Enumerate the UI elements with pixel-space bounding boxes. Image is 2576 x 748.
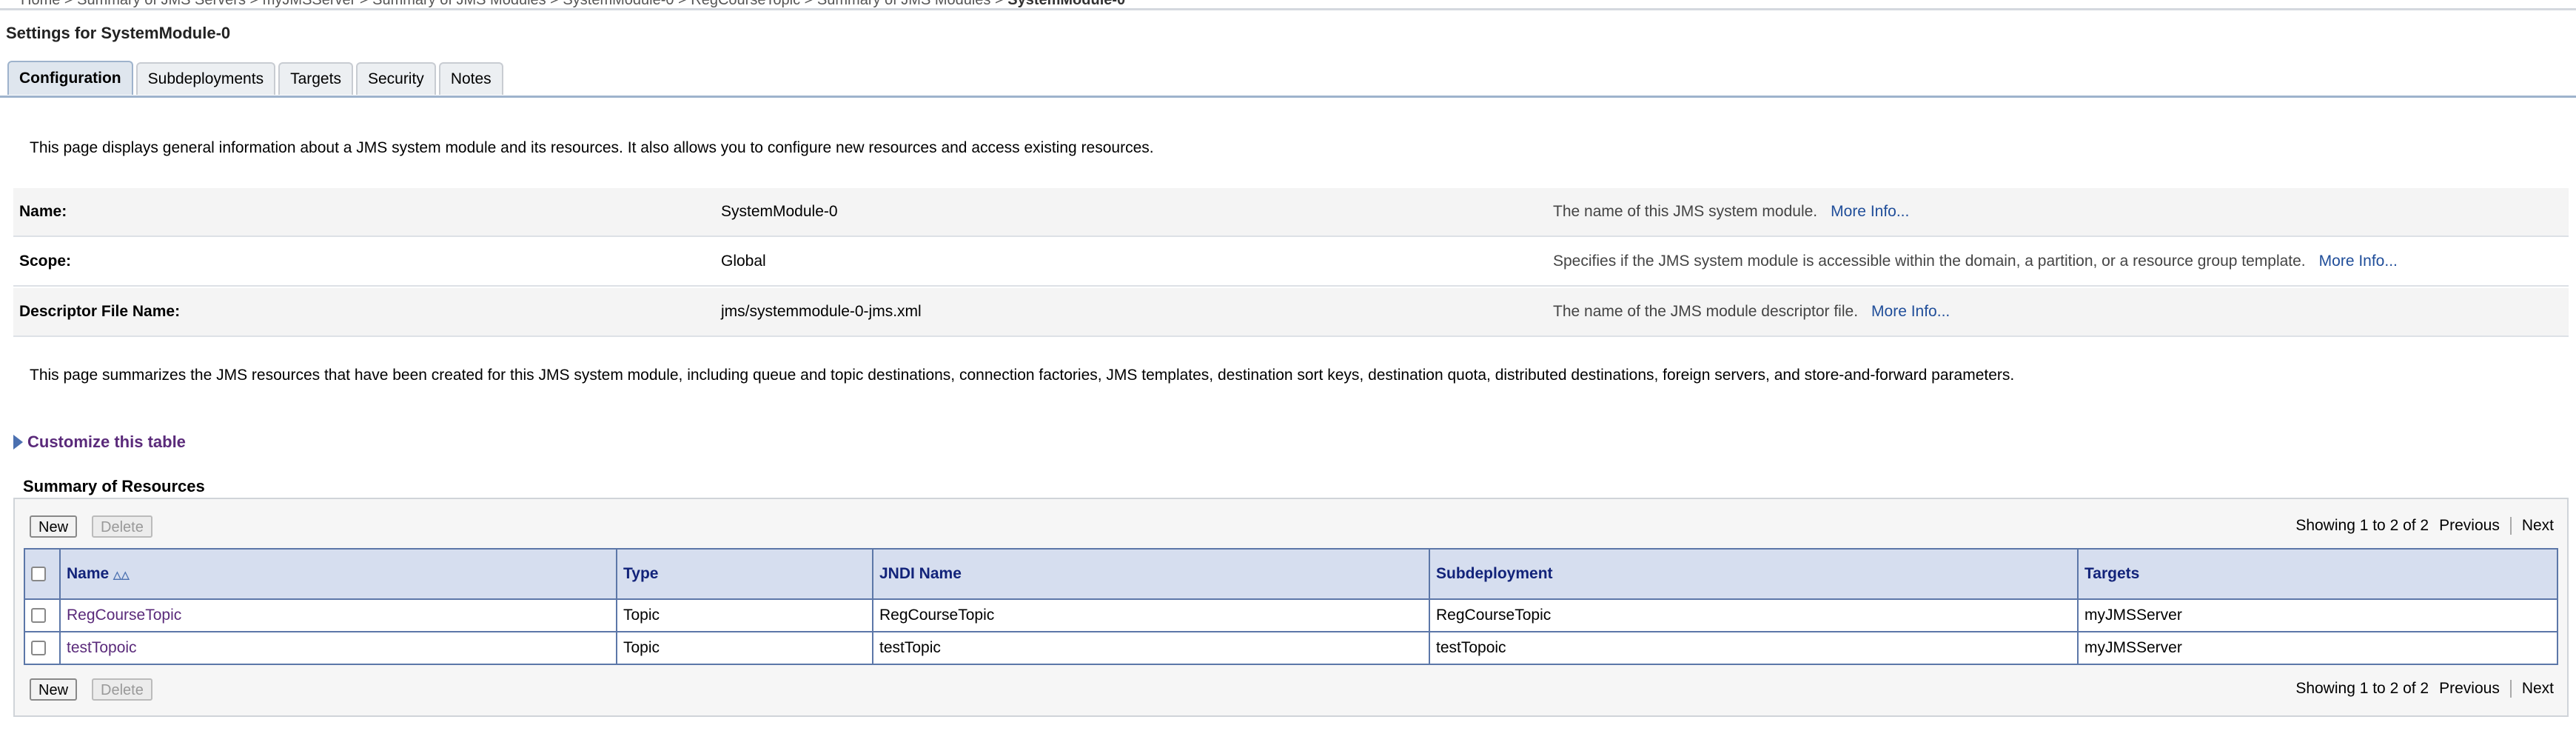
row-select-cell [24,631,61,665]
type-cell: Topic [616,598,873,632]
property-name-row: Name: SystemModule-0 The name of this JM… [13,188,2569,237]
pager-previous[interactable]: Previous [2439,680,2500,698]
page-title: Settings for SystemModule-0 [6,24,231,42]
jndi-name-cell: testTopic [872,631,1430,665]
more-info-link[interactable]: More Info... [2319,253,2398,270]
pager-next[interactable]: Next [2522,680,2554,698]
property-value: Global [721,253,766,270]
tab-security[interactable]: Security [355,62,436,95]
description-text: Specifies if the JMS system module is ac… [1553,253,2306,270]
delete-button-bottom[interactable]: Delete [92,678,152,701]
row-select-cell [24,598,61,632]
type-cell: Topic [616,631,873,665]
table-title: Summary of Resources [23,477,205,495]
property-value: jms/systemmodule-0-jms.xml [721,303,922,320]
name-cell: RegCourseTopic [59,598,617,632]
more-info-link[interactable]: More Info... [1871,303,1950,320]
delete-button-top[interactable]: Delete [92,515,152,538]
name-cell: testTopoic [59,631,617,665]
resources-panel: New Delete Showing 1 to 2 of 2 Previous … [13,498,2569,717]
customize-table-link[interactable]: Customize this table [13,433,186,452]
property-scope-row: Scope: Global Specifies if the JMS syste… [13,238,2569,287]
pager-separator [2509,680,2512,698]
tab-configuration[interactable]: Configuration [7,61,133,95]
property-label: Name: [19,203,67,220]
property-label: Scope: [19,253,72,270]
breadcrumb[interactable]: Home > Summary of JMS Servers > myJMSSer… [0,0,2576,10]
header-label[interactable]: Name [67,565,109,582]
description-text: The name of this JMS system module. [1553,203,1818,220]
pager-top: Showing 1 to 2 of 2 Previous Next [2295,517,2554,535]
pager-previous[interactable]: Previous [2439,517,2500,535]
property-description: The name of this JMS system module. More … [1553,203,1909,221]
tab-notes[interactable]: Notes [438,62,503,95]
row-checkbox[interactable] [31,608,46,624]
targets-cell: myJMSServer [2077,598,2558,632]
new-button-top[interactable]: New [30,515,78,538]
subdeployment-cell: RegCourseTopic [1429,598,2079,632]
pager-separator [2509,517,2512,535]
tab-underline [0,96,2576,98]
tab-subdeployments[interactable]: Subdeployments [135,62,276,95]
table-row: testTopoic Topic testTopic testTopoic my… [24,631,2558,665]
table-header-row: Name △△ Type JNDI Name Subdeployment Tar… [24,548,2558,600]
pager-next[interactable]: Next [2522,517,2554,535]
select-all-cell [24,548,61,600]
row-checkbox[interactable] [31,641,46,656]
property-description: The name of the JMS module descriptor fi… [1553,303,1950,321]
pager-showing: Showing 1 to 2 of 2 [2295,517,2429,534]
subdeployment-cell: testTopoic [1429,631,2079,665]
jndi-name-cell: RegCourseTopic [872,598,1430,632]
expand-triangle-icon[interactable] [13,435,23,450]
select-all-checkbox[interactable] [31,567,46,582]
column-header-targets[interactable]: Targets [2077,548,2558,600]
description-text: The name of the JMS module descriptor fi… [1553,303,1859,320]
column-header-name[interactable]: Name △△ [59,548,617,600]
new-button-bottom[interactable]: New [30,678,78,701]
property-value: SystemModule-0 [721,203,838,220]
breadcrumb-path[interactable]: Home > Summary of JMS Servers > myJMSSer… [21,0,1007,8]
summary-description: This page summarizes the JMS resources t… [30,367,2015,384]
resources-table: Name △△ Type JNDI Name Subdeployment Tar… [24,548,2558,665]
sort-ascending-icon[interactable]: △△ [113,569,130,581]
column-header-subdeployment[interactable]: Subdeployment [1429,548,2079,600]
property-description: Specifies if the JMS system module is ac… [1553,253,2398,270]
resource-name-link[interactable]: RegCourseTopic [67,607,181,624]
more-info-link[interactable]: More Info... [1831,203,1909,220]
resource-name-link[interactable]: testTopoic [67,639,137,656]
breadcrumb-current: SystemModule-0 [1007,0,1126,8]
property-label: Descriptor File Name: [19,303,181,320]
intro-text: This page displays general information a… [30,139,1154,156]
pager-showing: Showing 1 to 2 of 2 [2295,680,2429,697]
property-descriptor-row: Descriptor File Name: jms/systemmodule-0… [13,288,2569,337]
targets-cell: myJMSServer [2077,631,2558,665]
customize-label[interactable]: Customize this table [27,433,186,452]
column-header-type[interactable]: Type [616,548,873,600]
tab-bar: Configuration Subdeployments Targets Sec… [7,61,503,96]
pager-bottom: Showing 1 to 2 of 2 Previous Next [2295,680,2554,698]
table-row: RegCourseTopic Topic RegCourseTopic RegC… [24,598,2558,632]
tab-targets[interactable]: Targets [278,62,353,95]
column-header-jndi-name[interactable]: JNDI Name [872,548,1430,600]
